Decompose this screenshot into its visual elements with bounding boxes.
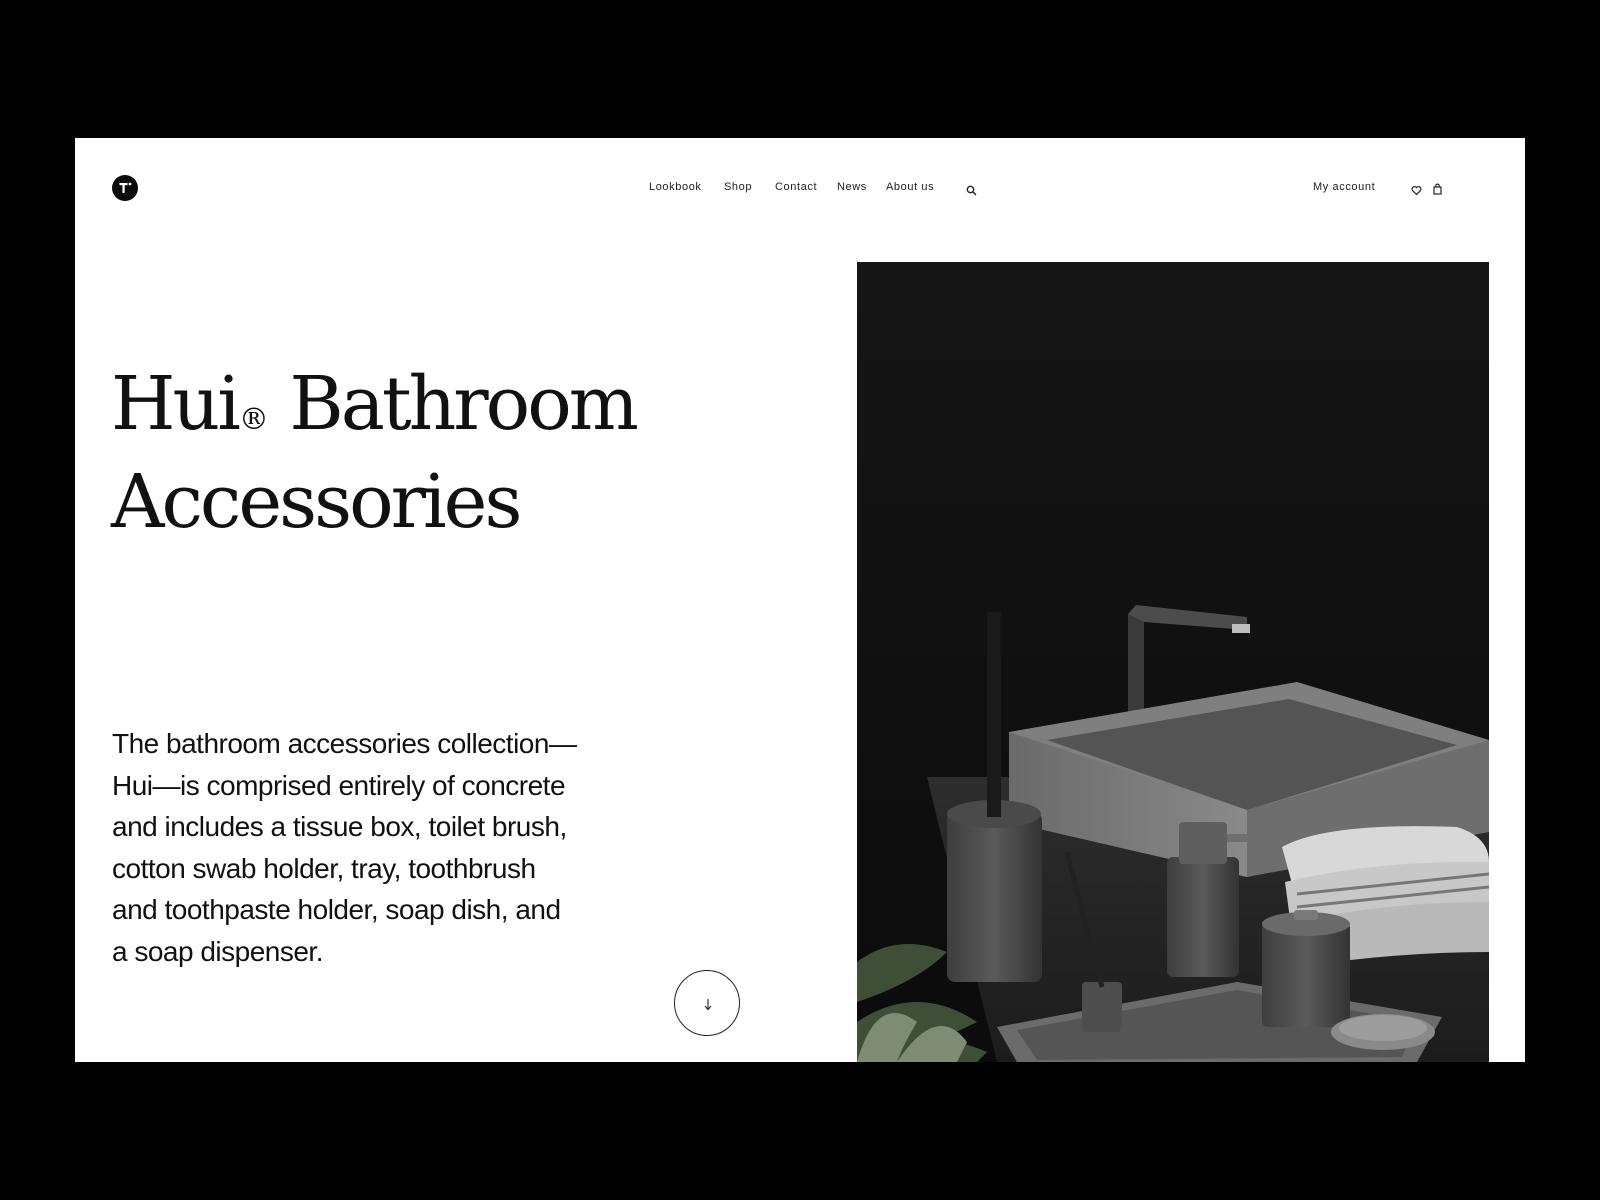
arrow-down-icon (704, 999, 712, 1011)
hero-image (857, 262, 1489, 1062)
nav-item-contact[interactable]: Contact (775, 181, 817, 193)
search-icon[interactable] (966, 183, 977, 201)
registered-mark: ® (238, 402, 269, 437)
my-account-link[interactable]: My account (1313, 181, 1375, 193)
heart-icon[interactable] (1411, 183, 1422, 201)
main-nav: Lookbook Shop Contact News About us My a… (75, 181, 1525, 197)
title-word: Bathroom (289, 361, 639, 447)
product-description: The bathroom accessories collection—Hui—… (112, 728, 577, 967)
page-title: Hui® Bathroom Accessories (111, 361, 639, 545)
nav-item-lookbook[interactable]: Lookbook (649, 181, 702, 193)
title-line-2: Accessories (111, 459, 522, 545)
bag-icon[interactable] (1432, 182, 1443, 200)
nav-item-about-us[interactable]: About us (886, 181, 934, 193)
scroll-down-button[interactable] (674, 970, 740, 1036)
nav-item-shop[interactable]: Shop (724, 181, 752, 193)
title-brand: Hui (111, 361, 241, 447)
nav-item-news[interactable]: News (837, 181, 867, 193)
page: Lookbook Shop Contact News About us My a… (75, 138, 1525, 1062)
